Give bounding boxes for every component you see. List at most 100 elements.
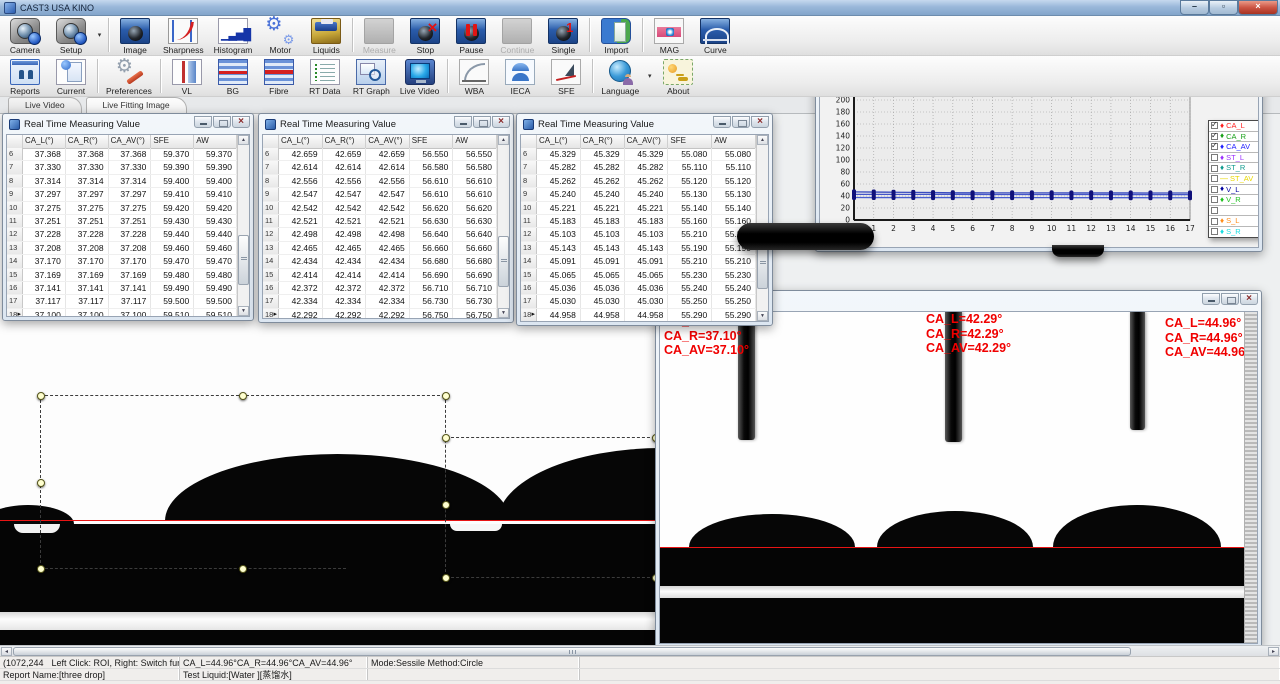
table-row[interactable]: 1142.52142.52142.52156.63056.630 xyxy=(263,215,497,228)
legend-checkbox[interactable] xyxy=(1211,196,1218,203)
scroll-down-arrow[interactable]: ▼ xyxy=(238,306,249,316)
legend-checkbox[interactable] xyxy=(1211,154,1218,161)
close-button[interactable]: × xyxy=(1240,293,1258,305)
table-row[interactable]: 837.31437.31437.31459.40059.400 xyxy=(7,175,237,188)
table-row[interactable]: 1337.20837.20837.20859.46059.460 xyxy=(7,242,237,255)
ieca-button[interactable]: IECA xyxy=(497,57,543,95)
about-button[interactable]: About xyxy=(655,57,701,95)
roi-handle[interactable] xyxy=(37,392,45,400)
single-button[interactable]: Single xyxy=(540,16,586,54)
roi-handle[interactable] xyxy=(442,574,450,582)
minimize-button[interactable]: – xyxy=(1180,0,1209,15)
row-number-header[interactable] xyxy=(7,135,23,148)
minimize-button[interactable] xyxy=(194,116,212,128)
table-row[interactable]: 945.24045.24045.24055.13055.130 xyxy=(521,188,756,201)
preferences-button[interactable]: Preferences xyxy=(101,57,157,95)
setup-button[interactable]: Setup xyxy=(48,16,94,54)
scroll-left-arrow[interactable]: ◂ xyxy=(1,647,12,656)
sfe-button[interactable]: SFE xyxy=(543,57,589,95)
tab-live-video[interactable]: Live Video xyxy=(8,97,82,113)
column-header-ca-av-[interactable]: CA_AV(°) xyxy=(625,135,669,148)
language-button[interactable]: Language xyxy=(596,57,644,95)
import-button[interactable]: Import xyxy=(593,16,639,54)
maximize-button[interactable] xyxy=(1221,293,1239,305)
table-row[interactable]: 737.33037.33037.33059.39059.390 xyxy=(7,161,237,174)
legend-checkbox[interactable] xyxy=(1211,218,1218,225)
table-row[interactable]: 942.54742.54742.54756.61056.610 xyxy=(263,188,497,201)
window-titlebar[interactable]: Real Time Measuring Value× xyxy=(3,114,253,134)
table-row[interactable]: 842.55642.55642.55656.61056.610 xyxy=(263,175,497,188)
legend-checkbox[interactable] xyxy=(1211,207,1218,214)
scroll-down-arrow[interactable]: ▼ xyxy=(498,308,509,318)
table-row[interactable]: 18▸44.95844.95844.95855.29055.290 xyxy=(521,309,756,322)
table-row[interactable]: 1245.10345.10345.10355.21055.210 xyxy=(521,228,756,241)
column-header-ca-r-[interactable]: CA_R(°) xyxy=(581,135,625,148)
scrollbar-thumb[interactable] xyxy=(13,647,1131,656)
column-header-sfe[interactable]: SFE xyxy=(410,135,454,148)
roi-handle[interactable] xyxy=(239,392,247,400)
column-header-aw[interactable]: AW xyxy=(453,135,497,148)
roi2-edge-top[interactable] xyxy=(446,437,660,438)
roi-handle[interactable] xyxy=(239,565,247,573)
table-row[interactable]: 1742.33442.33442.33456.73056.730 xyxy=(263,295,497,308)
table-row[interactable]: 1137.25137.25137.25159.43059.430 xyxy=(7,215,237,228)
table-row[interactable]: 742.61442.61442.61456.58056.580 xyxy=(263,161,497,174)
scroll-up-arrow[interactable]: ▲ xyxy=(238,135,249,145)
camera-button[interactable]: Camera xyxy=(2,16,48,54)
vertical-scrollbar[interactable] xyxy=(1244,312,1257,643)
legend-checkbox[interactable] xyxy=(1211,133,1218,140)
histogram-button[interactable]: Histogram xyxy=(209,16,258,54)
legend-checkbox[interactable] xyxy=(1211,228,1218,235)
scrollbar-thumb[interactable] xyxy=(498,236,509,287)
motor-button[interactable]: Motor xyxy=(257,16,303,54)
table-row[interactable]: 1037.27537.27537.27559.42059.420 xyxy=(7,202,237,215)
close-button[interactable]: × xyxy=(232,116,250,128)
horizontal-scrollbar[interactable]: ◂ ▸ xyxy=(0,645,1280,656)
setup-dropdown-arrow[interactable]: ▾ xyxy=(94,16,105,54)
roi2-edge-bottom[interactable] xyxy=(446,577,660,578)
window-titlebar[interactable]: Real Time Measuring Value× xyxy=(517,114,772,134)
roi-handle[interactable] xyxy=(37,479,45,487)
mag-button[interactable]: MAG xyxy=(646,16,692,54)
table-row[interactable]: 1145.18345.18345.18355.16055.160 xyxy=(521,215,756,228)
table-row[interactable]: 645.32945.32945.32955.08055.080 xyxy=(521,148,756,161)
table-row[interactable]: 1342.46542.46542.46556.66056.660 xyxy=(263,242,497,255)
table-row[interactable]: 1737.11737.11737.11759.50059.500 xyxy=(7,295,237,308)
table-row[interactable]: 1237.22837.22837.22859.44059.440 xyxy=(7,228,237,241)
rt-data-button[interactable]: RT Data xyxy=(302,57,348,95)
live-video-button[interactable]: Live Video xyxy=(395,57,445,95)
table-row[interactable]: 642.65942.65942.65956.55056.550 xyxy=(263,148,497,161)
roi-handle[interactable] xyxy=(37,565,45,573)
column-header-aw[interactable]: AW xyxy=(712,135,756,148)
column-header-sfe[interactable]: SFE xyxy=(668,135,712,148)
baseline-line[interactable] xyxy=(660,547,1252,548)
maximize-button[interactable] xyxy=(213,116,231,128)
maximize-button[interactable] xyxy=(473,116,491,128)
maximize-button[interactable] xyxy=(732,116,750,128)
legend-checkbox[interactable] xyxy=(1211,143,1218,150)
close-button[interactable]: × xyxy=(751,116,769,128)
current-button[interactable]: Current xyxy=(48,57,94,95)
titlebar[interactable]: CAST3 USA KINO – ▫ × xyxy=(0,0,1280,16)
minimize-button[interactable] xyxy=(454,116,472,128)
close-button[interactable]: × xyxy=(1238,0,1278,15)
table-row[interactable]: 1045.22145.22145.22155.14055.140 xyxy=(521,202,756,215)
tab-live-fitting-image[interactable]: Live Fitting Image xyxy=(86,97,187,113)
column-header-ca-l-[interactable]: CA_L(°) xyxy=(23,135,66,148)
column-header-ca-av-[interactable]: CA_AV(°) xyxy=(366,135,410,148)
scrollbar-thumb[interactable] xyxy=(238,235,249,286)
column-header-ca-l-[interactable]: CA_L(°) xyxy=(279,135,323,148)
legend-checkbox[interactable] xyxy=(1211,175,1218,182)
table-row[interactable]: 1645.03645.03645.03655.24055.240 xyxy=(521,282,756,295)
row-number-header[interactable] xyxy=(263,135,279,148)
table-row[interactable]: 1437.17037.17037.17059.47059.470 xyxy=(7,255,237,268)
table-row[interactable]: 18▸42.29242.29242.29256.75056.750 xyxy=(263,309,497,319)
table-row[interactable]: 1445.09145.09145.09155.21055.210 xyxy=(521,255,756,268)
table-row[interactable]: 637.36837.36837.36859.37059.370 xyxy=(7,148,237,161)
table-row[interactable]: 1637.14137.14137.14159.49059.490 xyxy=(7,282,237,295)
sharpness-button[interactable]: Sharpness xyxy=(158,16,209,54)
column-header-ca-av-[interactable]: CA_AV(°) xyxy=(109,135,152,148)
window-titlebar[interactable]: Real Time Measuring Value× xyxy=(259,114,513,134)
stop-button[interactable]: Stop xyxy=(402,16,448,54)
baseline-line[interactable] xyxy=(0,520,658,521)
